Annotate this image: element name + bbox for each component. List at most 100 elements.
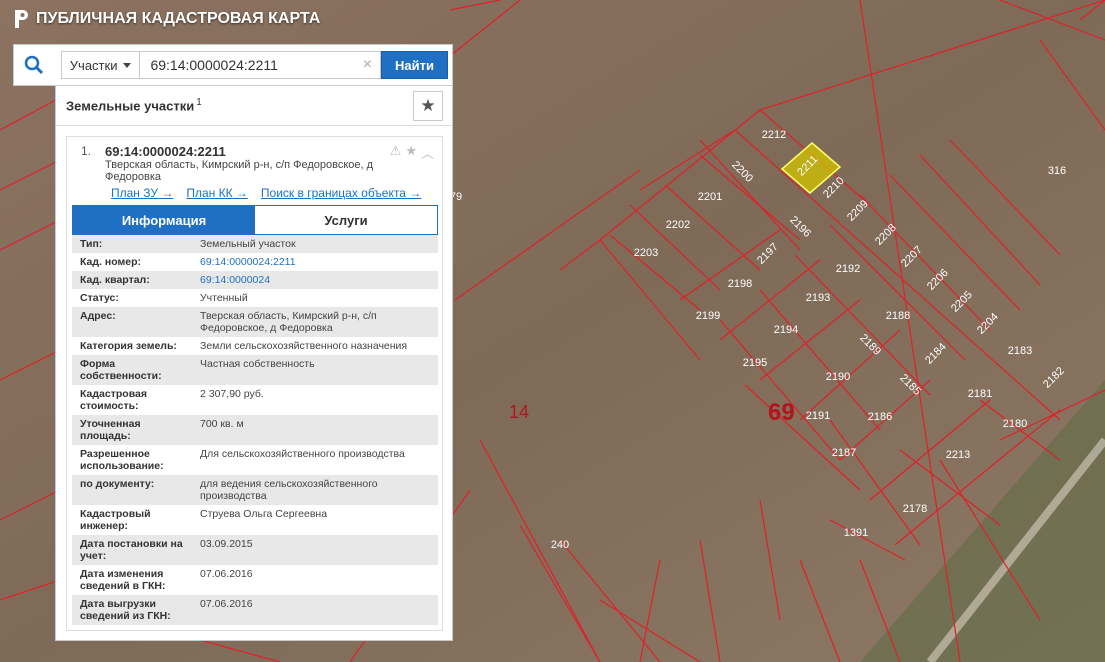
info-row: Дата выгрузки сведений из ГКН: 07.06.2016	[72, 595, 438, 625]
results-panel: Земельные участки 1 ★ 1. 69:14:0000024:22…	[55, 86, 453, 641]
info-key: Дата выгрузки сведений из ГКН:	[80, 598, 171, 622]
parcel-label[interactable]: 1391	[844, 527, 868, 539]
info-key: Форма собственности:	[80, 358, 162, 382]
parcel-label[interactable]: 2192	[836, 263, 860, 275]
parcel-label[interactable]: 2195	[743, 357, 767, 369]
search-in-bounds-link[interactable]: Поиск в границах объекта →	[261, 186, 421, 200]
parcel-label[interactable]: 240	[551, 539, 569, 551]
parcel-label[interactable]: 2193	[806, 292, 830, 304]
chevron-up-icon[interactable]: ︿	[421, 143, 434, 162]
object-type-select[interactable]: Участки	[60, 51, 141, 79]
app-title: ПУБЛИЧНАЯ КАДАСТРОВАЯ КАРТА	[36, 10, 321, 27]
info-value: 700 кв. м	[200, 418, 244, 430]
info-row: Кадастровая стоимость: 2 307,90 руб.	[72, 385, 438, 415]
parcel-label[interactable]: 2180	[1003, 418, 1027, 430]
info-value: Земли сельскохозяйственного назначения	[200, 340, 408, 352]
result-links: План ЗУ → План КК → Поиск в границах объ…	[111, 186, 421, 200]
info-key: Категория земель:	[80, 340, 177, 352]
info-key: Статус:	[80, 292, 119, 304]
info-row: Категория земель: Земли сельскохозяйствен…	[72, 337, 438, 355]
info-value: 07.06.2016	[200, 598, 253, 610]
info-row: Кад. квартал: 69:14:0000024	[72, 271, 438, 289]
info-value: 07.06.2016	[200, 568, 253, 580]
app-header: ПУБЛИЧНАЯ КАДАСТРОВАЯ КАРТА	[12, 8, 320, 30]
info-value: Учтенный	[200, 292, 248, 304]
parcel-label[interactable]: 2183	[1008, 345, 1032, 357]
clear-icon[interactable]: ×	[363, 56, 372, 74]
parcel-label[interactable]: 2201	[698, 191, 722, 203]
parcel-label[interactable]: 2178	[903, 503, 927, 515]
district-label-69: 69	[768, 399, 795, 426]
result-actions: ⚠ ★ ︿	[390, 143, 434, 162]
info-row: Разрешенное использование: Для сельскохоз…	[72, 445, 438, 475]
info-value[interactable]: 69:14:0000024:2211	[190, 256, 438, 268]
info-key: Дата изменения сведений в ГКН:	[80, 568, 166, 592]
search-input[interactable]: 69:14:0000024:2211 ×	[139, 51, 382, 79]
info-key: Разрешенное использование:	[80, 448, 164, 472]
info-table: Тип: Земельный участок Кад. номер: 69:14:00…	[72, 235, 438, 625]
info-key: Адрес:	[80, 310, 116, 322]
info-key: Кад. квартал:	[80, 274, 150, 286]
info-row: Уточненная площадь: 700 кв. м	[72, 415, 438, 445]
warning-icon[interactable]: ⚠	[390, 143, 402, 162]
favorites-star-button[interactable]: ★	[413, 90, 443, 121]
plan-kk-link[interactable]: План КК →	[186, 186, 248, 200]
info-key: Дата постановки на учет:	[80, 538, 183, 562]
result-address: Тверская область, Кимрский р-н, с/п Федо…	[105, 159, 374, 183]
info-value: Частная собственность	[200, 358, 315, 370]
info-value[interactable]: 69:14:0000024	[190, 274, 438, 286]
parcel-label[interactable]: 2186	[868, 411, 892, 423]
info-row: Дата изменения сведений в ГКН: 07.06.2016	[72, 565, 438, 595]
info-row: Адрес: Тверская область, Кимрский р-н, с/…	[72, 307, 438, 337]
info-row: Кад. номер: 69:14:0000024:2211	[72, 253, 438, 271]
search-bar: Участки 69:14:0000024:2211 × Найти	[13, 44, 453, 86]
info-key: Тип:	[80, 238, 103, 250]
district-label-14: 14	[509, 402, 529, 422]
parcel-label[interactable]: 2194	[774, 324, 798, 336]
parcel-label[interactable]: 2187	[832, 447, 856, 459]
info-value: Тверская область, Кимрский р-н, с/п Федо…	[200, 310, 377, 334]
result-tabs: Информация Услуги	[72, 205, 438, 235]
parcel-label[interactable]: 2181	[968, 388, 992, 400]
result-card: 1. 69:14:0000024:2211 Тверская область, …	[66, 136, 443, 631]
parcel-label[interactable]: 2213	[946, 449, 970, 461]
info-key: Уточненная площадь:	[80, 418, 141, 442]
results-title: Земельные участки 1	[66, 97, 202, 113]
star-icon[interactable]: ★	[405, 143, 417, 162]
search-icon[interactable]	[18, 48, 51, 82]
results-title-text: Земельные участки	[66, 98, 195, 114]
tab-services[interactable]: Услуги	[255, 206, 437, 234]
results-count: 1	[196, 97, 202, 109]
plan-zu-link[interactable]: План ЗУ →	[111, 186, 173, 200]
parcel-label[interactable]: 2203	[634, 247, 658, 259]
result-cadnum[interactable]: 69:14:0000024:2211	[105, 144, 226, 159]
parcel-label[interactable]: 2199	[696, 310, 720, 322]
info-key: по документу:	[80, 478, 155, 490]
info-row: Дата постановки на учет: 03.09.2015	[72, 535, 438, 565]
results-header: Земельные участки 1 ★	[56, 86, 452, 126]
parcel-label[interactable]: 2188	[886, 310, 910, 322]
info-value: 2 307,90 руб.	[200, 388, 264, 400]
parcel-label[interactable]: 316	[1048, 165, 1066, 177]
parcel-label[interactable]: 2202	[666, 219, 690, 231]
parcel-label[interactable]: 2191	[806, 410, 830, 422]
info-row: Тип: Земельный участок	[72, 235, 438, 253]
find-button[interactable]: Найти	[381, 51, 448, 79]
info-row: по документу: для ведения сельскохозяйств…	[72, 475, 438, 505]
info-row: Статус: Учтенный	[72, 289, 438, 307]
parcel-label[interactable]: 2198	[728, 278, 752, 290]
info-value: 03.09.2015	[200, 538, 253, 550]
parcel-label[interactable]: 2190	[826, 371, 850, 383]
result-card-header: 1. 69:14:0000024:2211 Тверская область, …	[67, 137, 442, 205]
tab-information[interactable]: Информация	[73, 206, 255, 234]
object-type-label: Участки	[69, 57, 118, 73]
info-key: Кадастровый инженер:	[80, 508, 151, 532]
search-query-text: 69:14:0000024:2211	[150, 57, 278, 73]
info-row: Форма собственности: Частная собственност…	[72, 355, 438, 385]
rosreestr-logo-icon	[15, 10, 28, 28]
info-key: Кад. номер:	[80, 256, 142, 268]
chevron-down-icon	[123, 62, 132, 68]
info-row: Кадастровый инженер: Струева Ольга Сергее…	[72, 505, 438, 535]
info-value: Для сельскохозяйственного производства	[200, 448, 405, 460]
parcel-label[interactable]: 2212	[762, 129, 786, 141]
